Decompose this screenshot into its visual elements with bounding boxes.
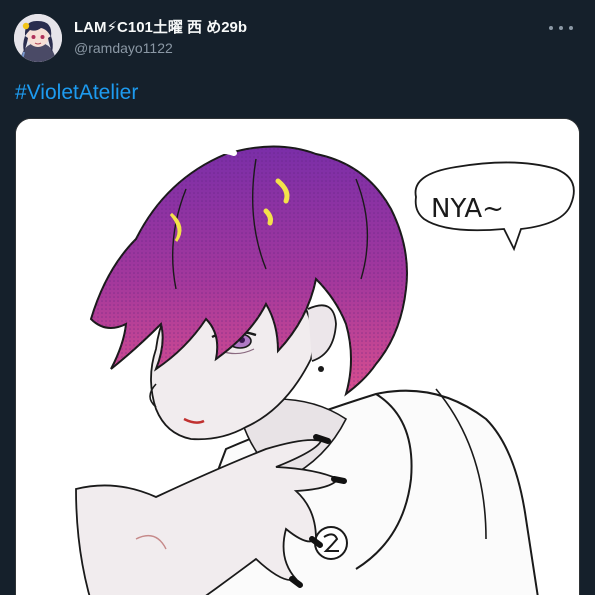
tweet: LAM⚡C101土曜 西 め29b @ramdayo1122 #VioletAt… xyxy=(0,0,595,595)
speech-bubble-text: NYA~ xyxy=(431,194,504,224)
more-dot xyxy=(569,26,573,30)
author-names: LAM⚡C101土曜 西 め29b @ramdayo1122 xyxy=(74,14,247,58)
author-handle[interactable]: @ramdayo1122 xyxy=(74,39,247,58)
hashtag-link[interactable]: #VioletAtelier xyxy=(15,80,138,106)
more-dot xyxy=(559,26,563,30)
more-options-icon[interactable] xyxy=(549,20,573,36)
author-display-name[interactable]: LAM⚡C101土曜 西 め29b xyxy=(74,19,247,37)
more-dot xyxy=(549,26,553,30)
tweet-header: LAM⚡C101土曜 西 め29b @ramdayo1122 xyxy=(14,14,581,62)
tweet-media-image[interactable]: NYA~ xyxy=(15,118,580,595)
illustration: NYA~ xyxy=(16,119,579,595)
avatar[interactable] xyxy=(14,14,62,62)
avatar-image xyxy=(14,14,62,62)
